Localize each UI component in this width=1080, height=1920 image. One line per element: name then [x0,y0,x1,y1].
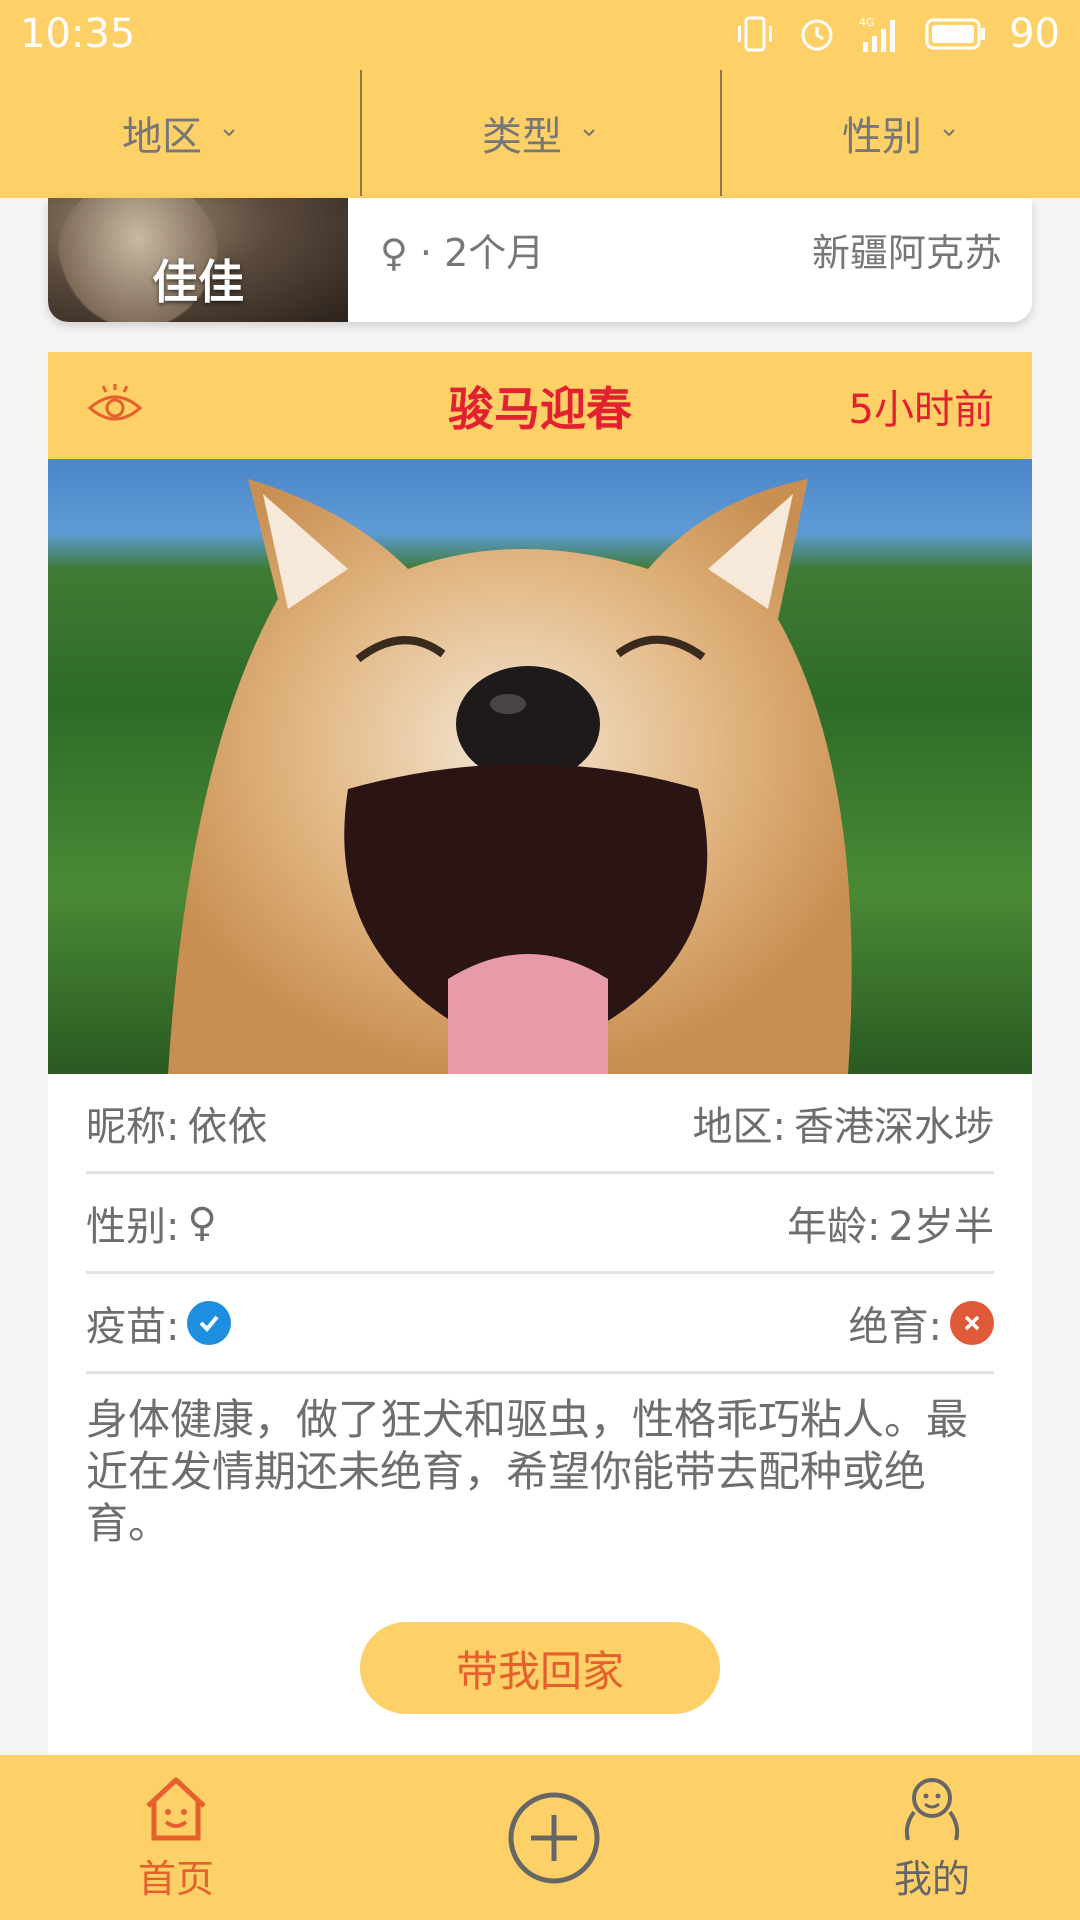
gender-label: 性别: [86,1203,180,1250]
nav-home-label: 首页 [138,1857,215,1901]
filter-bar: 地区 类型 性别 [0,68,1080,198]
region-label: 地区: [692,1103,786,1150]
post-time: 5小时前 [848,386,994,433]
status-bar: 10:35 4G 90 [0,0,1080,68]
age-value: 2岁半 [888,1203,994,1250]
filter-gender[interactable]: 性别 [720,68,1080,198]
nav-add[interactable] [507,1791,601,1885]
nav-home[interactable]: 首页 [138,1772,214,1903]
pet-gender-age: ♀ · 2个月 [380,230,545,275]
info-row-vaccine-neuter: 疫苗: 绝育: [86,1274,994,1374]
eye-icon[interactable] [86,383,144,428]
nav-me-label: 我的 [893,1857,970,1901]
female-icon: ♀ [187,1199,217,1246]
nickname-label: 昵称: [86,1103,180,1150]
chevron-down-icon [583,129,595,137]
status-icons: 4G 90 [735,11,1060,57]
filter-gender-label: 性别 [842,114,922,160]
age-field: 年龄: 2岁半 [787,1194,994,1252]
check-icon [187,1300,232,1345]
pet-info: 昵称: 依依 地区: 香港深水埗 性别: ♀ 年龄: 2岁半 疫苗: 绝育: 身… [48,1074,1032,1550]
pet-name: 佳佳 [152,255,244,309]
card-header: 骏马迎春 5小时前 [48,352,1032,459]
vibrate-icon [735,14,775,54]
info-row-name-region: 昵称: 依依 地区: 香港深水埗 [86,1074,994,1174]
info-row-gender-age: 性别: ♀ 年龄: 2岁半 [86,1174,994,1274]
pet-location: 新疆阿克苏 [811,230,1002,275]
pet-description: 身体健康，做了狂犬和驱虫，性格乖巧粘人。最近在发情期还未绝育，希望你能带去配种或… [86,1395,969,1548]
filter-type-label: 类型 [482,114,562,160]
adopt-button[interactable]: 带我回家 [360,1622,720,1714]
filter-type[interactable]: 类型 [360,68,720,198]
nickname-value: 依依 [187,1103,268,1150]
region-value: 香港深水埗 [794,1103,994,1150]
svg-text:4G: 4G [859,16,875,29]
pet-card-prev[interactable]: 佳佳 ♀ · 2个月 新疆阿克苏 [48,198,1032,322]
pet-summary: ♀ · 2个月 新疆阿克苏 [348,198,1032,322]
pet-card: 骏马迎春 5小时前 昵称: 依依 地区: 香港深水埗 性别: ♀ 年龄: 2岁半… [48,352,1032,1760]
pet-photo[interactable] [48,459,1032,1074]
region-field: 地区: 香港深水埗 [693,1094,994,1152]
chevron-down-icon [223,129,235,137]
neuter-label: 绝育: [848,1303,942,1350]
neuter-field: 绝育: [849,1294,994,1352]
status-time: 10:35 [20,11,136,57]
vaccine-label: 疫苗: [86,1303,180,1350]
battery-level: 90 [1009,11,1060,57]
add-icon [508,1792,600,1883]
signal-icon: 4G [859,14,903,54]
chevron-down-icon [943,129,955,137]
user-icon [904,1778,960,1841]
battery-icon [925,16,987,52]
home-icon [146,1777,206,1841]
pet-thumbnail: 佳佳 [48,198,348,322]
gender-field: 性别: ♀ [86,1194,217,1252]
nav-me[interactable]: 我的 [894,1772,970,1903]
filter-region[interactable]: 地区 [0,68,360,198]
age-label: 年龄: [787,1203,881,1250]
nickname-field: 昵称: 依依 [86,1094,267,1152]
bottom-nav: 首页 我的 [0,1755,1080,1920]
vaccine-field: 疫苗: [86,1294,232,1352]
alarm-icon [797,14,837,54]
filter-region-label: 地区 [122,114,202,160]
cross-icon [950,1300,994,1345]
